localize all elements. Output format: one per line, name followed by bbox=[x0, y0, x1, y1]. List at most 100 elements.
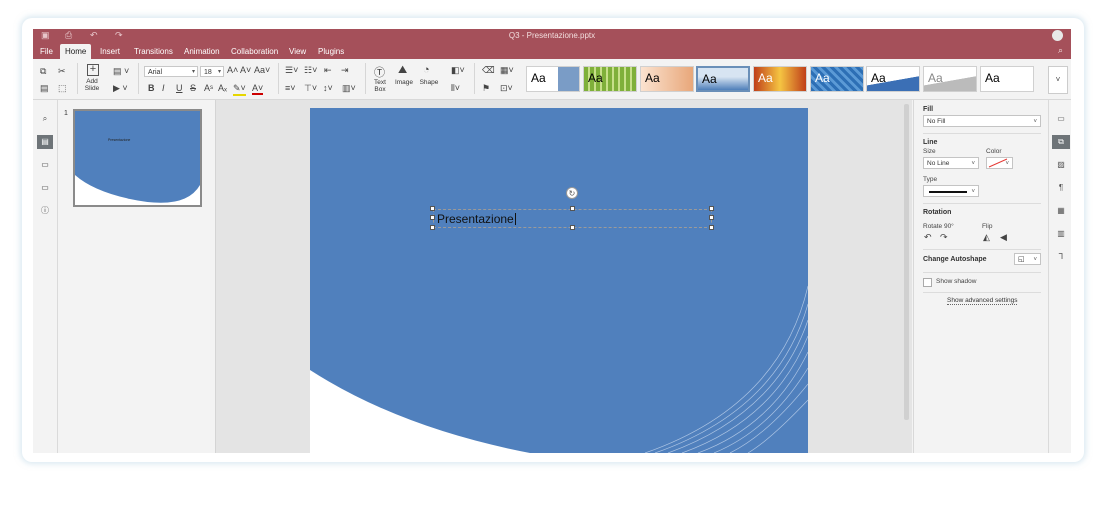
columns-icon[interactable]: ▥˅ bbox=[342, 83, 356, 94]
italic-icon[interactable]: I bbox=[162, 83, 165, 93]
copy-icon[interactable]: ⧉ bbox=[40, 66, 46, 77]
search-panel-icon[interactable]: ⌕ bbox=[37, 112, 53, 126]
strikethrough-icon[interactable]: S bbox=[190, 83, 196, 93]
image-settings-icon[interactable]: ▨ bbox=[1052, 158, 1070, 172]
resize-handle[interactable] bbox=[570, 225, 575, 230]
text-box-icon[interactable]: Ⓣ bbox=[374, 64, 385, 80]
image-icon[interactable]: ⛰ bbox=[398, 64, 407, 77]
tab-home[interactable]: Home bbox=[60, 44, 92, 59]
resize-handle[interactable] bbox=[430, 225, 435, 230]
theme-1[interactable]: Aa bbox=[526, 66, 580, 92]
tab-file[interactable]: File bbox=[35, 44, 58, 59]
rotate-left-icon[interactable]: ↶ bbox=[924, 232, 932, 243]
theme-3[interactable]: Aa bbox=[640, 66, 694, 92]
change-case-icon[interactable]: Aa˅ bbox=[254, 65, 270, 75]
font-name-select[interactable]: Arial ▾ bbox=[144, 66, 198, 77]
toolbar: ⧉ ✂ ▤ ⬚ + Add Slide ▤ ˅ ▶ ˅ Arial ▾ 18 ▾ A… bbox=[33, 59, 1071, 100]
shape-settings-panel: Fill No Fill ˅ Line Size Color No Line ˅ ˅… bbox=[913, 100, 1048, 453]
color-scheme-icon[interactable]: ▦˅ bbox=[500, 65, 514, 76]
text-art-settings-icon[interactable]: Ꞁ bbox=[1052, 250, 1070, 264]
tab-plugins[interactable]: Plugins bbox=[313, 44, 349, 59]
search-icon[interactable]: ⌕ bbox=[1058, 45, 1063, 56]
slide-settings-icon[interactable]: ▭ bbox=[1052, 112, 1070, 126]
slide[interactable]: ↻ Presentazione bbox=[310, 108, 808, 453]
shape-label[interactable]: Shape bbox=[417, 79, 441, 86]
resize-handle[interactable] bbox=[570, 206, 575, 211]
theme-7[interactable]: Aa bbox=[866, 66, 920, 92]
slide-layout-icon[interactable]: ▤ ˅ bbox=[113, 66, 129, 77]
tab-animation[interactable]: Animation bbox=[179, 44, 225, 59]
select-all-icon[interactable]: ⬚ bbox=[58, 83, 67, 94]
increase-font-icon[interactable]: A˄ bbox=[227, 65, 238, 75]
user-avatar[interactable] bbox=[1052, 30, 1063, 41]
shape-settings-icon[interactable]: ⧉ bbox=[1052, 135, 1070, 149]
theme-8[interactable]: Aa bbox=[923, 66, 977, 92]
bold-icon[interactable]: B bbox=[148, 83, 155, 93]
vertical-align-icon[interactable]: ⊤˅ bbox=[304, 83, 317, 94]
text-box-label[interactable]: Text Box bbox=[369, 79, 391, 93]
copy-style-icon[interactable]: ⚑ bbox=[482, 83, 490, 94]
chat-icon[interactable]: ▭ bbox=[37, 181, 53, 195]
advanced-settings-link[interactable]: Show advanced settings bbox=[947, 297, 1018, 305]
add-slide-label[interactable]: Add Slide bbox=[79, 78, 105, 92]
align-shape-icon[interactable]: ⫴˅ bbox=[451, 83, 460, 94]
rotate-handle-icon[interactable]: ↻ bbox=[566, 187, 578, 199]
flip-vertical-icon[interactable]: ◀ bbox=[1000, 232, 1007, 243]
type-label: Type bbox=[923, 176, 938, 183]
numbering-icon[interactable]: ☷˅ bbox=[304, 65, 317, 76]
line-size-select[interactable]: No Line ˅ bbox=[923, 157, 979, 169]
slide-start-icon[interactable]: ▶ ˅ bbox=[113, 83, 128, 94]
subscript-icon[interactable]: Aₓ bbox=[218, 83, 227, 93]
bullets-icon[interactable]: ☰˅ bbox=[285, 65, 298, 76]
chart-settings-icon[interactable]: ▥ bbox=[1052, 227, 1070, 241]
theme-5[interactable]: Aa bbox=[753, 66, 807, 92]
increase-indent-icon[interactable]: ⇥ bbox=[341, 65, 349, 76]
decrease-indent-icon[interactable]: ⇤ bbox=[324, 65, 332, 76]
tab-insert[interactable]: Insert bbox=[95, 44, 125, 59]
highlight-icon[interactable]: ✎˅ bbox=[233, 83, 246, 96]
about-icon[interactable]: ⓘ bbox=[37, 204, 53, 218]
arrange-icon[interactable]: ◧˅ bbox=[451, 65, 465, 76]
superscript-icon[interactable]: Aˢ bbox=[204, 83, 213, 93]
resize-handle[interactable] bbox=[709, 215, 714, 220]
theme-2[interactable]: Aa bbox=[583, 66, 637, 92]
autoshape-select[interactable]: ◱ ˅ bbox=[1014, 253, 1041, 265]
tab-collaboration[interactable]: Collaboration bbox=[226, 44, 283, 59]
decrease-font-icon[interactable]: A˅ bbox=[240, 65, 251, 75]
font-color-icon[interactable]: A˅ bbox=[252, 83, 264, 95]
underline-icon[interactable]: U bbox=[176, 83, 183, 93]
paste-icon[interactable]: ▤ bbox=[40, 83, 49, 94]
table-settings-icon[interactable]: ▦ bbox=[1052, 204, 1070, 218]
line-spacing-icon[interactable]: ↕˅ bbox=[323, 83, 333, 93]
tab-view[interactable]: View bbox=[284, 44, 311, 59]
resize-handle[interactable] bbox=[709, 225, 714, 230]
fill-select[interactable]: No Fill ˅ bbox=[923, 115, 1041, 127]
slides-panel-icon[interactable]: ▤ bbox=[37, 135, 53, 149]
comments-icon[interactable]: ▭ bbox=[37, 158, 53, 172]
cut-icon[interactable]: ✂ bbox=[58, 66, 66, 77]
resize-handle[interactable] bbox=[430, 206, 435, 211]
slide-size-icon[interactable]: ⊡˅ bbox=[500, 83, 513, 94]
resize-handle[interactable] bbox=[430, 215, 435, 220]
line-type-select[interactable]: ˅ bbox=[923, 185, 979, 197]
align-icon[interactable]: ≡˅ bbox=[285, 83, 296, 93]
clear-style-icon[interactable]: ⌫ bbox=[482, 65, 495, 76]
rotate-right-icon[interactable]: ↷ bbox=[940, 232, 948, 243]
font-size-select[interactable]: 18 ▾ bbox=[200, 66, 224, 77]
resize-handle[interactable] bbox=[709, 206, 714, 211]
flip-label: Flip bbox=[982, 223, 993, 230]
theme-6[interactable]: Aa bbox=[810, 66, 864, 92]
vertical-scrollbar[interactable] bbox=[904, 104, 909, 420]
image-label[interactable]: Image bbox=[392, 79, 416, 86]
theme-9[interactable]: Aa bbox=[980, 66, 1034, 92]
theme-4[interactable]: Aa bbox=[696, 66, 750, 92]
paragraph-settings-icon[interactable]: ¶ bbox=[1052, 181, 1070, 195]
flip-horizontal-icon[interactable]: ◭ bbox=[983, 232, 990, 243]
shape-icon[interactable]: ◔ bbox=[423, 64, 430, 76]
add-slide-icon[interactable]: + bbox=[87, 64, 99, 76]
line-color-picker[interactable]: ˅ bbox=[986, 157, 1013, 169]
shadow-checkbox[interactable] bbox=[923, 278, 932, 287]
slide-thumbnail-1[interactable]: Presentazione bbox=[73, 109, 202, 207]
themes-expand-button[interactable]: ˅ bbox=[1048, 66, 1068, 94]
tab-transitions[interactable]: Transitions bbox=[129, 44, 178, 59]
